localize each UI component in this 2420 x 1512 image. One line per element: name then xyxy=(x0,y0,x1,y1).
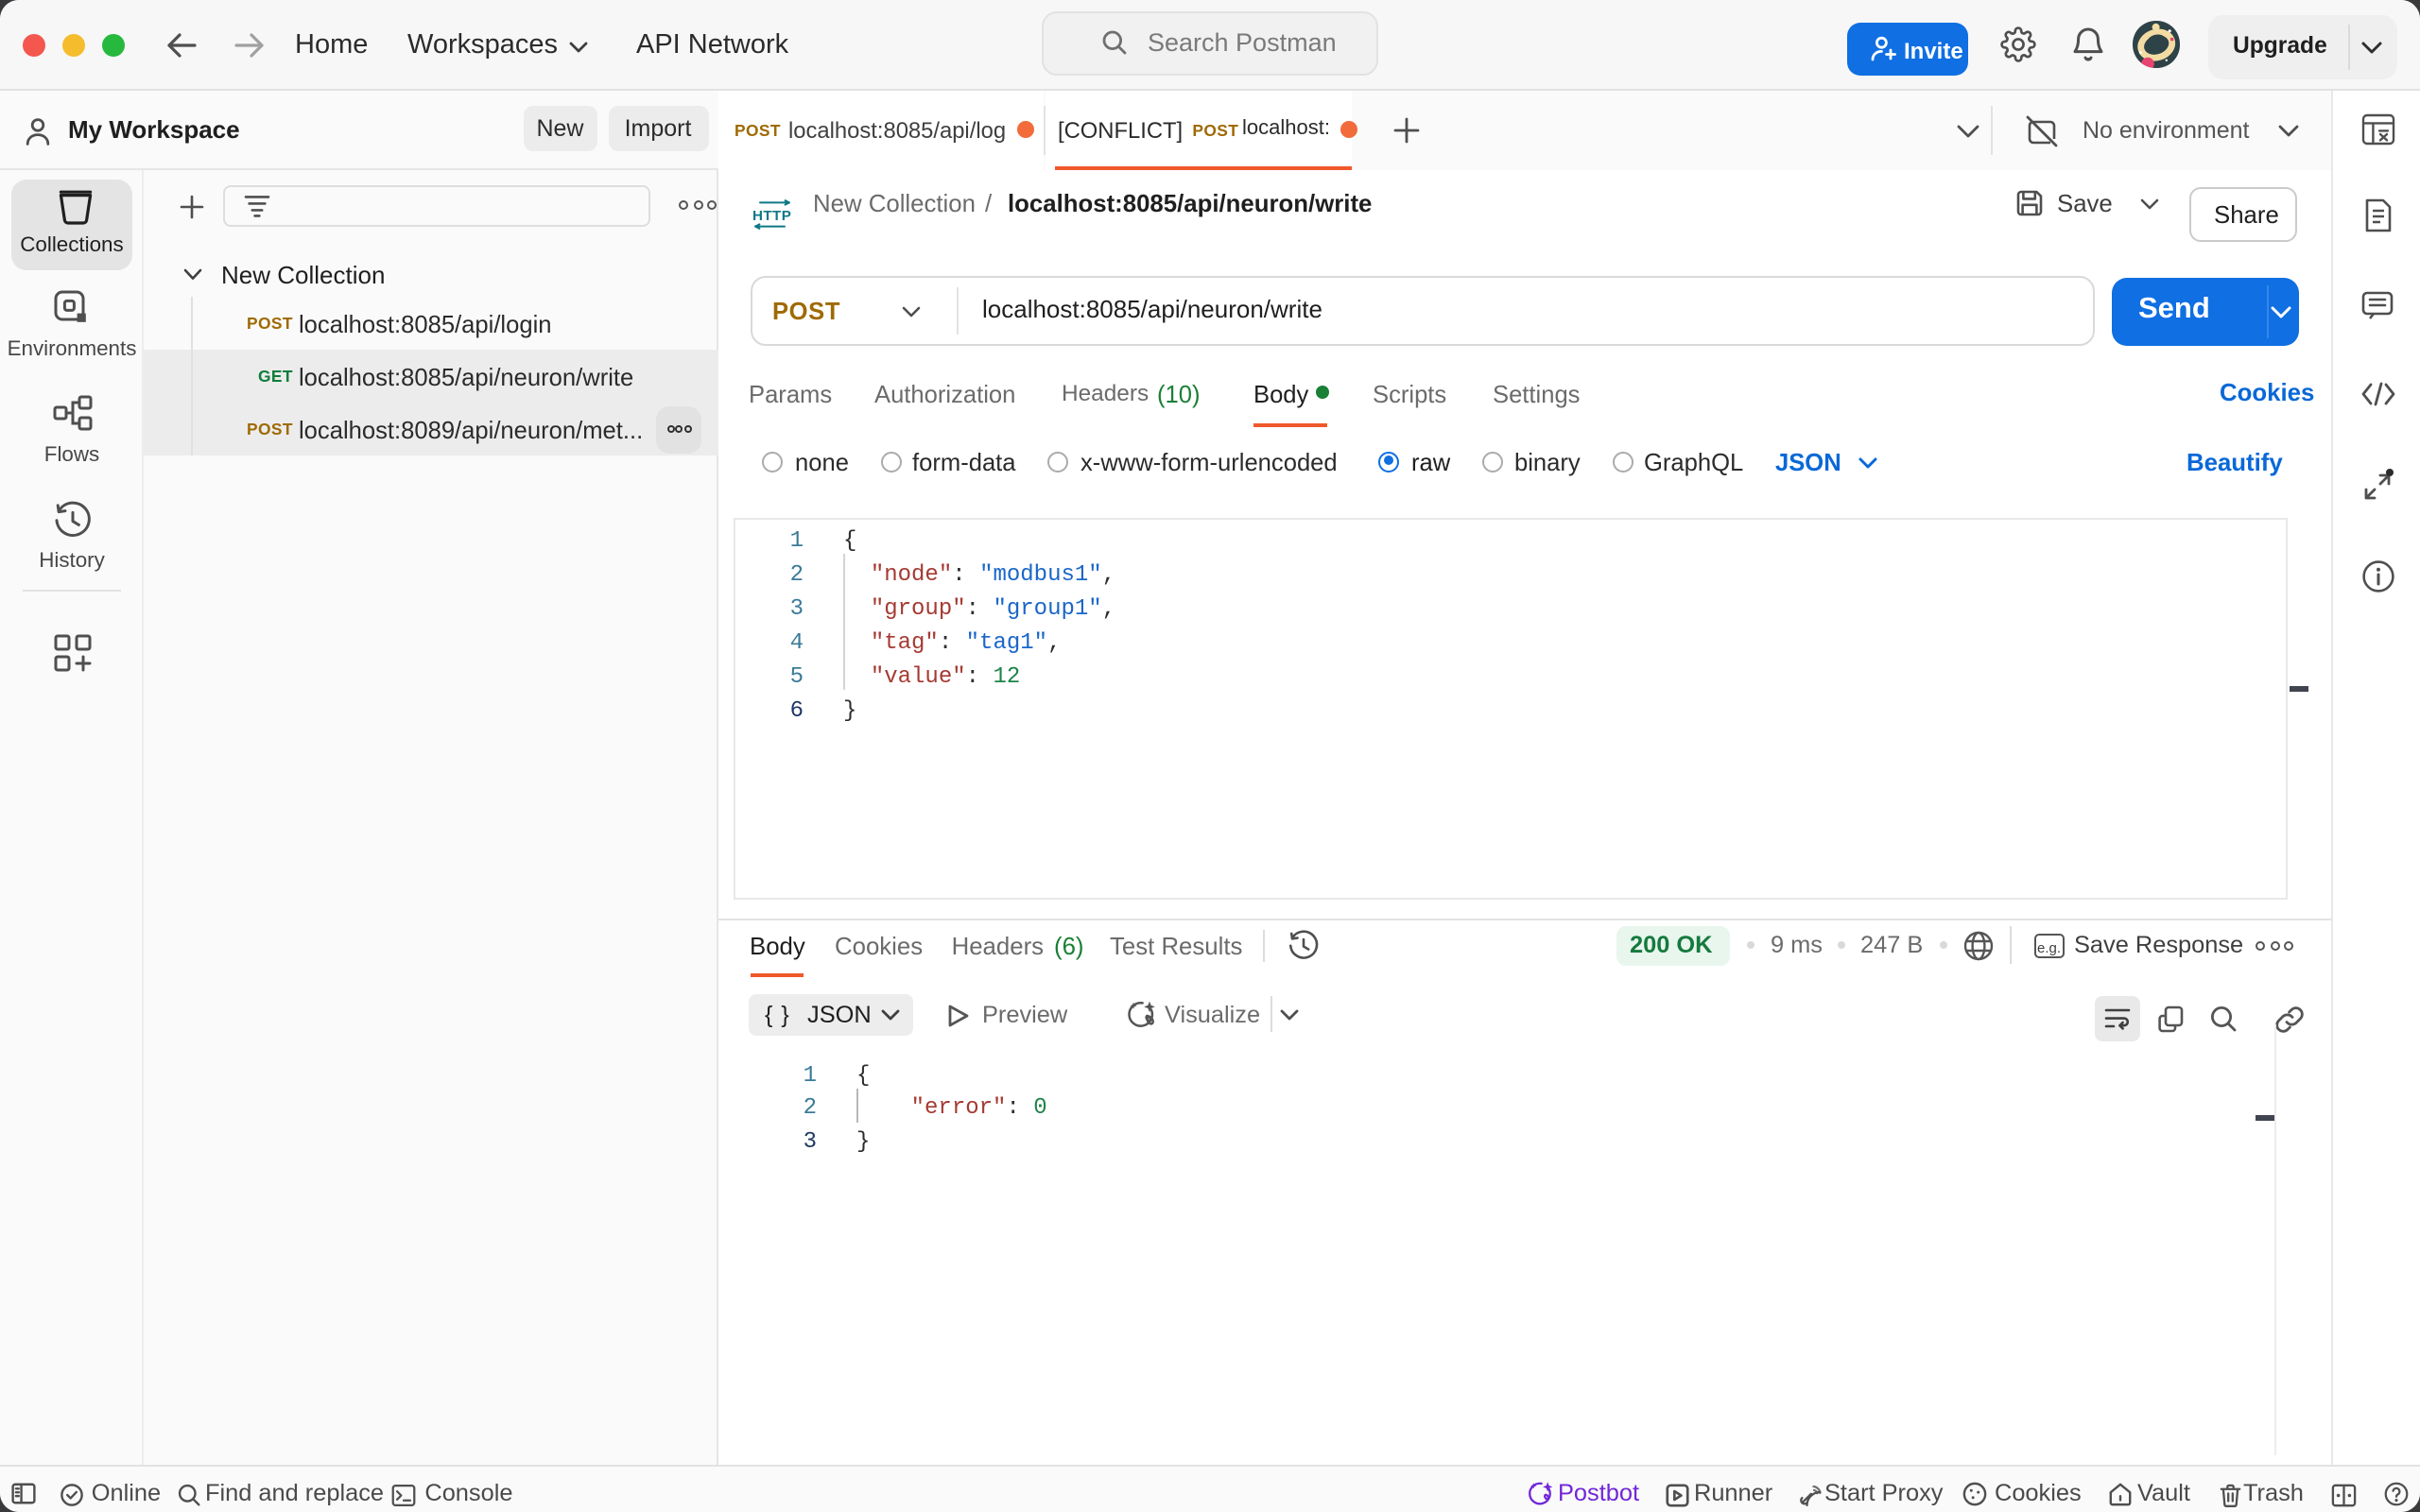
svg-text:HTTP: HTTP xyxy=(752,208,791,224)
